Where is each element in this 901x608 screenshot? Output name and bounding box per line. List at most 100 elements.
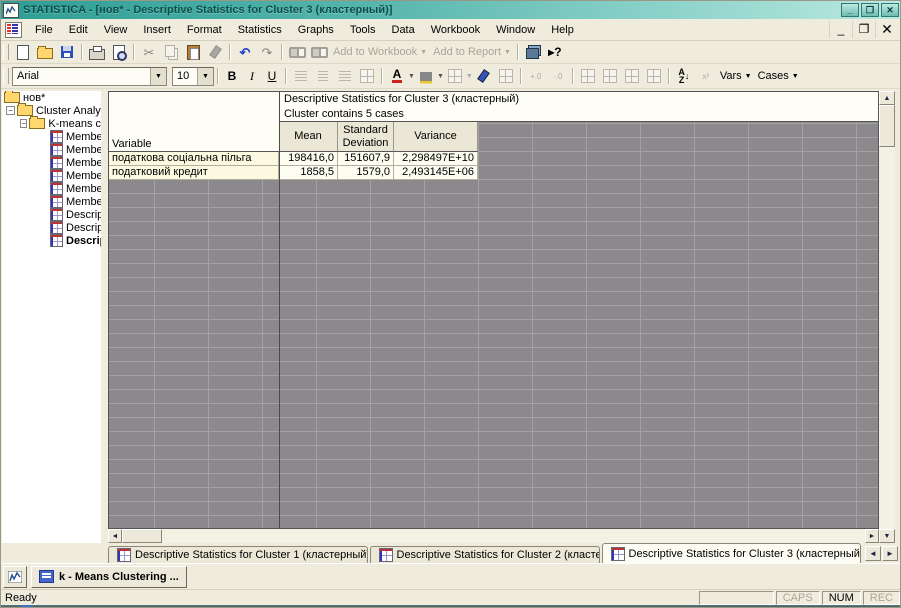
tree-item[interactable]: Membe	[2, 143, 101, 156]
autofilter-icon: x²	[696, 67, 716, 86]
tree-item[interactable]: Membe	[2, 195, 101, 208]
workbook-layers-icon[interactable]	[523, 43, 543, 62]
menu-item[interactable]: Window	[488, 21, 543, 39]
menu-item[interactable]: Workbook	[423, 21, 488, 39]
font-size-combo[interactable]: 10▼	[172, 67, 214, 86]
tab-scroll-left-icon[interactable]: ◄	[865, 546, 881, 561]
italic-button[interactable]: I	[242, 67, 262, 86]
format-painter-icon	[205, 43, 225, 62]
font-color-icon[interactable]: A	[387, 67, 407, 86]
caps-indicator: CAPS	[776, 591, 820, 605]
sheet-tab[interactable]: Descriptive Statistics for Cluster 3 (кл…	[602, 543, 862, 563]
sheet-vertical-scrollbar[interactable]: ▲ ▼	[879, 91, 895, 543]
menu-item[interactable]: Data	[384, 21, 423, 39]
menu-item[interactable]: Graphs	[290, 21, 342, 39]
table-cell-mean[interactable]: 198416,0	[279, 152, 338, 166]
menu-item[interactable]: Tools	[342, 21, 384, 39]
sheet-tab[interactable]: Descriptive Statistics for Cluster 2 (кл…	[370, 546, 600, 563]
mean-column-header[interactable]: Mean	[279, 122, 338, 152]
menu-item[interactable]: Help	[543, 21, 582, 39]
sort-az-icon[interactable]: AZ↓	[674, 67, 694, 86]
tree-item[interactable]: Membe	[2, 156, 101, 169]
find-replace-icon	[309, 43, 329, 62]
num-indicator: NUM	[822, 591, 861, 605]
variable-column-header[interactable]: Variable	[109, 92, 279, 152]
table-cell-variable[interactable]: податковий кредит	[109, 166, 279, 180]
tree-item-label: Membe	[66, 196, 101, 208]
table-cell-mean[interactable]: 1858,5	[279, 166, 338, 180]
window-minimize-icon[interactable]: _	[841, 3, 859, 17]
format-brush-icon[interactable]	[474, 67, 494, 86]
spreadsheet-icon	[611, 547, 625, 561]
child-restore-icon[interactable]: ❐	[852, 21, 875, 38]
spreadsheet[interactable]: Descriptive Statistics for Cluster 3 (кл…	[108, 91, 879, 529]
scroll-left-icon[interactable]: ◄	[108, 529, 122, 543]
tree-item[interactable]: Membe	[2, 182, 101, 195]
window-restore-icon[interactable]: ❐	[861, 3, 879, 17]
panel-splitter[interactable]	[101, 89, 108, 563]
tree-expander-icon[interactable]: −	[20, 119, 27, 128]
table-cell-variance[interactable]: 2,493145E+06	[394, 166, 478, 180]
tree-item-label: K-means c	[48, 118, 101, 130]
table-cell-variable[interactable]: податкова соціальна пільга	[109, 152, 279, 166]
tree-item[interactable]: Descrip	[2, 208, 101, 221]
menu-item[interactable]: Statistics	[230, 21, 290, 39]
scrollbar-thumb[interactable]	[122, 529, 162, 543]
window-close-icon[interactable]: ✕	[881, 3, 899, 17]
tree-item[interactable]: нов*	[2, 91, 101, 104]
scroll-down-icon[interactable]: ▼	[879, 529, 895, 543]
print-preview-icon[interactable]	[109, 43, 129, 62]
stddev-column-header[interactable]: Standard Deviation	[338, 122, 394, 152]
child-minimize-icon[interactable]: _	[829, 21, 852, 38]
open-file-icon[interactable]	[35, 43, 55, 62]
increase-decimals-icon: +.0	[526, 67, 546, 86]
status-panel	[699, 591, 774, 605]
tree-item[interactable]: − Cluster Analy	[2, 104, 101, 117]
tree-item[interactable]: Membe	[2, 169, 101, 182]
menu-item[interactable]: File	[27, 21, 61, 39]
tree-expander-icon[interactable]: −	[6, 106, 15, 115]
scroll-right-icon[interactable]: ►	[865, 529, 879, 543]
spreadsheet-icon	[50, 143, 63, 156]
cases-button[interactable]: Cases▼	[755, 67, 802, 86]
toolbar-grip[interactable]	[3, 44, 9, 60]
bold-button[interactable]: B	[222, 67, 242, 86]
chevron-down-icon: ▼	[150, 68, 166, 85]
table-cell-variance[interactable]: 2,298497E+10	[394, 152, 478, 166]
kmeans-clustering-button[interactable]: k - Means Clustering ...	[31, 566, 187, 588]
variance-column-header[interactable]: Variance	[394, 122, 478, 152]
new-document-icon[interactable]	[13, 43, 33, 62]
tree-item-label: Membe	[66, 144, 101, 156]
table-cell-stddev[interactable]: 151607,9	[338, 152, 394, 166]
tree-item[interactable]: Membe	[2, 130, 101, 143]
undo-icon[interactable]: ↶	[235, 43, 255, 62]
status-text: Ready	[1, 592, 699, 604]
menu-item[interactable]: Insert	[135, 21, 179, 39]
whats-this-help-icon[interactable]: ▸?	[545, 43, 565, 62]
delete-variables-icon	[644, 67, 664, 86]
sheet-horizontal-scrollbar[interactable]: ◄ ►	[108, 529, 879, 543]
tree-item[interactable]: Descrip	[2, 221, 101, 234]
column-divider	[279, 92, 280, 528]
menu-item[interactable]: Edit	[61, 21, 96, 39]
fill-color-icon[interactable]	[416, 67, 436, 86]
sheet-tab[interactable]: Descriptive Statistics for Cluster 1 (кл…	[108, 546, 368, 563]
statistica-module-button[interactable]	[3, 566, 27, 588]
font-name-combo[interactable]: Arial▼	[12, 67, 167, 86]
underline-button[interactable]: U	[262, 67, 282, 86]
save-icon[interactable]	[57, 43, 77, 62]
tree-item[interactable]: − K-means c	[2, 117, 101, 130]
toolbar-grip[interactable]	[3, 68, 9, 84]
scroll-up-icon[interactable]: ▲	[879, 91, 895, 105]
table-cell-stddev[interactable]: 1579,0	[338, 166, 394, 180]
scrollbar-thumb[interactable]	[879, 105, 895, 147]
menu-item[interactable]: View	[96, 21, 136, 39]
child-close-icon[interactable]: ✕	[875, 21, 898, 38]
print-icon[interactable]	[87, 43, 107, 62]
menu-item[interactable]: Format	[179, 21, 230, 39]
tree-item[interactable]: Descrip	[2, 234, 101, 247]
paste-icon[interactable]	[183, 43, 203, 62]
vars-button[interactable]: Vars▼	[717, 67, 755, 86]
mdi-child-icon[interactable]	[5, 22, 22, 38]
tab-scroll-right-icon[interactable]: ►	[882, 546, 898, 561]
